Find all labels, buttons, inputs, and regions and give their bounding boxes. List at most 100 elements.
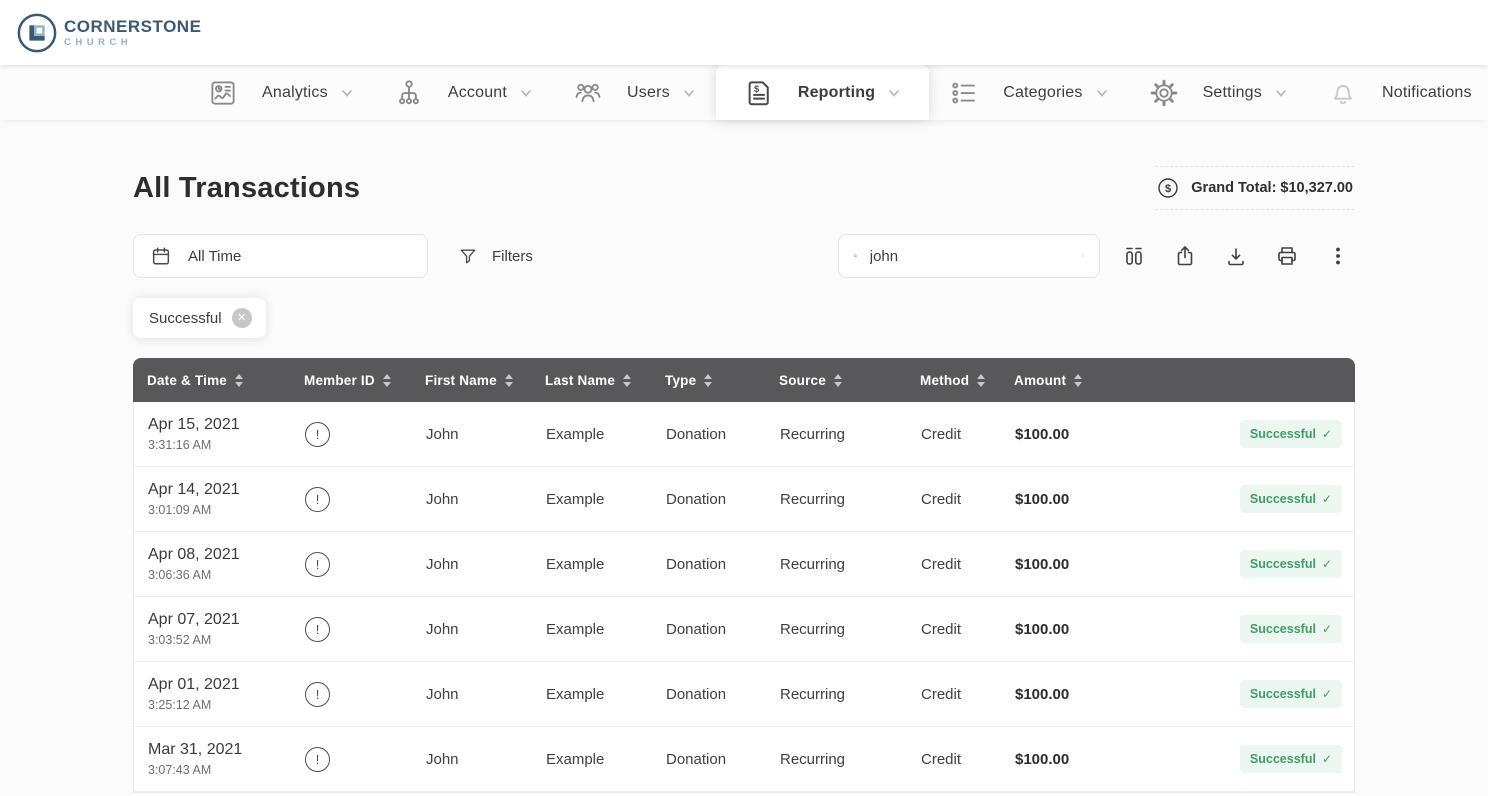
nav-item-users[interactable]: Users [553,65,716,120]
more-icon [1326,244,1350,268]
svg-text:$: $ [754,83,760,93]
search-input[interactable] [870,248,1069,265]
column-header-last-name[interactable]: Last Name [531,358,651,402]
cell-first-name: John [412,402,532,466]
nav-item-categories[interactable]: Categories [929,65,1128,120]
filter-funnel-icon [458,246,478,266]
nav-item-analytics[interactable]: Analytics [188,65,374,120]
chevron-down-icon [682,86,696,100]
search-box [838,234,1100,278]
brand-logo[interactable]: CORNERSTONE CHURCH [16,12,201,54]
sort-icon [505,374,513,387]
download-button[interactable] [1219,239,1253,273]
cell-type: Donation [652,402,766,466]
column-header-method[interactable]: Method [906,358,1000,402]
cell-type: Donation [652,467,766,531]
alert-circle-icon[interactable]: ! [305,682,330,707]
dollar-circle-icon: $ [1157,177,1179,199]
cell-time: 3:03:52 AM [148,633,211,647]
alert-circle-icon[interactable]: ! [305,487,330,512]
cell-type: Donation [652,662,766,726]
cell-method: Credit [907,662,1001,726]
sort-icon [704,374,712,387]
check-icon: ✓ [1322,622,1332,636]
column-header-first-name[interactable]: First Name [411,358,531,402]
table-row[interactable]: Apr 01, 20213:25:12 AM ! John Example Do… [134,662,1354,727]
categories-icon [949,78,979,108]
cell-first-name: John [412,727,532,791]
check-icon: ✓ [1322,427,1332,441]
cell-amount: $100.00 [1001,467,1121,531]
cell-method: Credit [907,727,1001,791]
nav-label: Users [627,84,670,102]
cell-date: Apr 08, 2021 [148,546,240,564]
nav-item-account[interactable]: Account [374,65,553,120]
cell-method: Credit [907,532,1001,596]
cell-last-name: Example [532,597,652,661]
cell-source: Recurring [766,467,907,531]
print-icon [1275,244,1299,268]
filters-button[interactable]: Filters [458,246,533,266]
cell-type: Donation [652,597,766,661]
table-row[interactable]: Apr 15, 20213:31:16 AM ! John Example Do… [134,402,1354,467]
chevron-down-icon [1274,86,1288,100]
nav-label: Settings [1203,84,1262,102]
table-row[interactable]: Mar 31, 20213:07:43 AM ! John Example Do… [134,727,1354,792]
cell-time: 3:01:09 AM [148,503,211,517]
column-header-member-id[interactable]: Member ID [290,358,411,402]
cell-source: Recurring [766,597,907,661]
main-nav: Analytics Account Users $ Reporting [0,65,1488,120]
main-content: All Transactions $ Grand Total: $10,327.… [0,166,1488,793]
brand-subtitle: CHURCH [64,38,201,48]
grand-total: $ Grand Total: $10,327.00 [1155,166,1355,210]
cell-first-name: John [412,467,532,531]
alert-circle-icon[interactable]: ! [305,552,330,577]
cell-time: 3:06:36 AM [148,568,211,582]
cell-last-name: Example [532,727,652,791]
cell-method: Credit [907,597,1001,661]
column-manager-button[interactable] [1117,239,1151,273]
sort-icon [1074,374,1082,387]
sort-icon [383,374,391,387]
more-actions-button[interactable] [1321,239,1355,273]
export-icon [1173,244,1197,268]
cell-type: Donation [652,532,766,596]
alert-circle-icon[interactable]: ! [305,747,330,772]
cornerstone-logo-icon [16,12,58,54]
column-header-amount[interactable]: Amount [1000,358,1120,402]
cell-last-name: Example [532,662,652,726]
cell-source: Recurring [766,727,907,791]
cell-last-name: Example [532,402,652,466]
toolbar: All Time Filters [133,234,1355,278]
cell-amount: $100.00 [1001,662,1121,726]
remove-filter-icon[interactable]: ✕ [232,308,252,328]
nav-item-settings[interactable]: Settings [1129,65,1308,120]
check-icon: ✓ [1322,752,1332,766]
table-row[interactable]: Apr 07, 20213:03:52 AM ! John Example Do… [134,597,1354,662]
cell-amount: $100.00 [1001,597,1121,661]
analytics-icon [208,78,238,108]
print-button[interactable] [1270,239,1304,273]
column-header-type[interactable]: Type [651,358,765,402]
nav-label: Reporting [798,84,875,102]
nav-item-reporting[interactable]: $ Reporting [716,65,929,120]
cell-last-name: Example [532,532,652,596]
alert-circle-icon[interactable]: ! [305,617,330,642]
cell-time: 3:31:16 AM [148,438,211,452]
date-range-select[interactable]: All Time [133,234,428,278]
grand-total-text: Grand Total: $10,327.00 [1191,180,1353,196]
calendar-icon [150,245,172,267]
table-row[interactable]: Apr 08, 20213:06:36 AM ! John Example Do… [134,532,1354,597]
column-header-source[interactable]: Source [765,358,906,402]
column-manager-icon [1122,244,1146,268]
clear-search-icon[interactable] [1081,247,1085,265]
status-badge: Successful✓ [1240,745,1342,773]
export-button[interactable] [1168,239,1202,273]
cell-type: Donation [652,727,766,791]
nav-item-notifications[interactable]: Notifications [1308,65,1488,120]
chevron-down-icon [887,86,901,100]
page-title: All Transactions [133,172,360,205]
column-header-date-time[interactable]: Date & Time [133,358,290,402]
alert-circle-icon[interactable]: ! [305,422,330,447]
table-row[interactable]: Apr 14, 20213:01:09 AM ! John Example Do… [134,467,1354,532]
